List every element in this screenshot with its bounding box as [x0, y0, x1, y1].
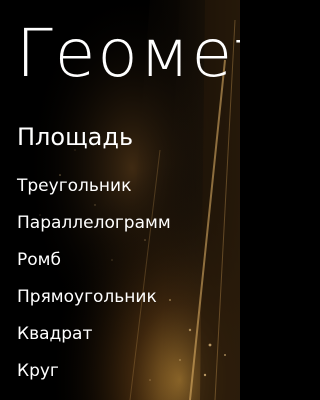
- menu-item-triangle[interactable]: Треугольник: [0, 174, 240, 211]
- menu-item-parallelogram[interactable]: Параллелограмм: [0, 211, 240, 248]
- app-title: Геометрия: [16, 15, 240, 92]
- app-screen: Геометрия Площадь Треугольник Параллелог…: [0, 0, 240, 400]
- shape-menu: Треугольник Параллелограмм Ромб Прямоуго…: [0, 174, 240, 396]
- section-title: Площадь: [17, 123, 134, 151]
- menu-item-rhombus[interactable]: Ромб: [0, 248, 240, 285]
- menu-item-circle[interactable]: Круг: [0, 359, 240, 396]
- menu-item-square[interactable]: Квадрат: [0, 322, 240, 359]
- menu-item-rectangle[interactable]: Прямоугольник: [0, 285, 240, 322]
